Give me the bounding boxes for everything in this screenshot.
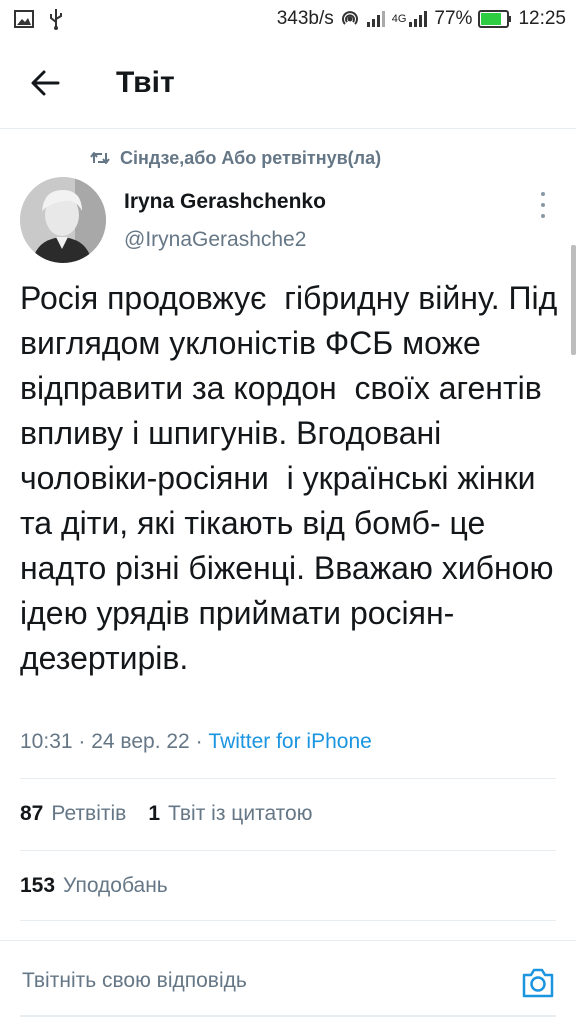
reply-bar	[0, 940, 576, 1025]
more-options-button[interactable]	[530, 190, 556, 220]
signal-icon	[366, 10, 386, 28]
back-button[interactable]	[28, 66, 62, 100]
image-icon	[14, 10, 34, 28]
divider	[20, 778, 556, 779]
tweet-source-link[interactable]: Twitter for iPhone	[208, 730, 371, 753]
signal-icon-2	[408, 10, 428, 28]
divider	[20, 850, 556, 851]
likes-label[interactable]: Уподобань	[63, 874, 168, 898]
tweet-time: 10:31	[20, 730, 73, 753]
clock: 12:25	[518, 8, 566, 29]
reply-input[interactable]	[22, 969, 492, 993]
retweets-count[interactable]: 87	[20, 802, 43, 826]
arrow-left-icon	[31, 70, 60, 96]
reply-underline	[20, 1015, 556, 1017]
retweets-label[interactable]: Ретвітів	[51, 802, 126, 826]
scrollbar[interactable]	[571, 245, 576, 355]
stats-row: 87 Ретвітів 1 Твіт із цитатою	[20, 802, 312, 826]
author-name[interactable]: Iryna Gerashchenko	[124, 190, 326, 214]
hotspot-icon	[340, 9, 360, 29]
camera-button[interactable]	[520, 965, 556, 1001]
battery-icon	[478, 10, 512, 28]
status-bar: 343b/s 4G 77% 12:25	[0, 0, 576, 38]
more-vert-icon	[541, 192, 545, 196]
retweet-label: Сіндзе,або Або ретвітнув(ла)	[120, 147, 382, 168]
tweet-date: 24 вер. 22	[91, 730, 190, 753]
app-header: Твіт	[0, 38, 576, 129]
likes-count[interactable]: 153	[20, 874, 55, 898]
quotes-count[interactable]: 1	[148, 802, 160, 826]
divider	[20, 920, 556, 921]
retweet-icon	[90, 152, 110, 164]
page-title: Твіт	[116, 66, 175, 99]
tweet-text: Росія продовжує гібридну війну. Під вигл…	[20, 280, 567, 676]
avatar[interactable]	[20, 177, 106, 263]
author-handle[interactable]: @IrynaGerashche2	[124, 228, 306, 252]
quotes-label[interactable]: Твіт із цитатою	[168, 802, 312, 826]
network-type: 4G	[391, 13, 407, 25]
retweet-indicator[interactable]: Сіндзе,або Або ретвітнув(ла)	[90, 145, 381, 171]
likes-row: 153 Уподобань	[20, 874, 168, 898]
camera-icon	[522, 968, 554, 998]
battery-percent: 77%	[434, 8, 473, 29]
tweet-meta: 10:31 · 24 вер. 22 · Twitter for iPhone	[20, 730, 372, 753]
usb-icon	[48, 8, 64, 30]
network-speed: 343b/s	[276, 8, 334, 29]
